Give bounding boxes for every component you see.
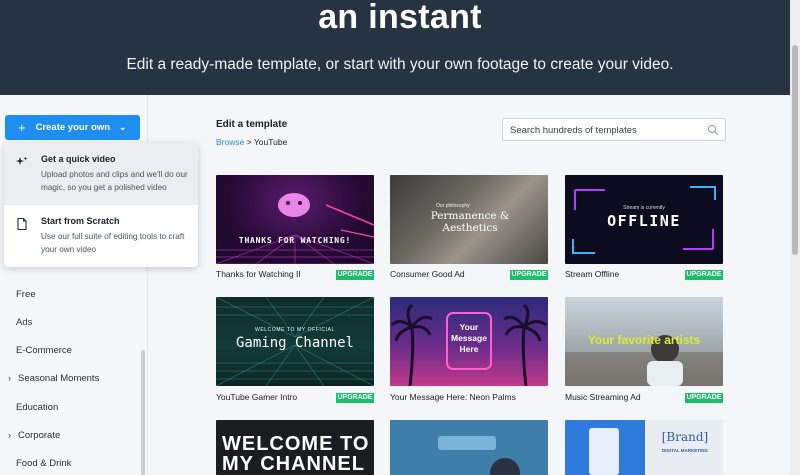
thumb-kicker: DIGITAL MARKETING <box>661 448 709 453</box>
sidebar-item-free[interactable]: Free <box>16 289 36 300</box>
template-search-box[interactable] <box>502 118 726 141</box>
page-scrollbar-thumb[interactable] <box>792 45 798 255</box>
template-thumbnail-neon-palms[interactable]: Your Message Here <box>390 297 548 386</box>
sidebar-item-corporate[interactable]: Corporate <box>18 430 60 441</box>
breadcrumb: Browse > YouTube <box>216 137 287 147</box>
sidebar-scrollbar[interactable] <box>141 350 145 475</box>
thumb-title: [Brand] <box>661 430 709 444</box>
template-thumbnail-welcome[interactable]: WELCOME TO MY CHANNEL <box>216 420 374 475</box>
thumb-title: THANKS FOR WATCHING! <box>238 236 352 245</box>
document-icon <box>17 218 27 230</box>
thumb-title: Permanence & Aesthetics <box>430 210 510 234</box>
upgrade-badge: UPGRADE <box>510 270 548 280</box>
template-name[interactable]: Thanks for Watching II <box>216 269 301 279</box>
search-icon[interactable] <box>707 124 719 136</box>
quick-video-title: Get a quick video <box>41 154 116 164</box>
template-name[interactable]: Consumer Good Ad <box>390 269 465 279</box>
sidebar-item-education[interactable]: Education <box>16 402 58 413</box>
sidebar-item-food-drink[interactable]: Food & Drink <box>16 458 71 469</box>
template-thumbnail-thanks-for-watching[interactable]: THANKS FOR WATCHING! <box>216 175 374 264</box>
quick-video-description: Upload photos and clips and we'll do our… <box>41 170 188 192</box>
menu-item-start-from-scratch[interactable]: Start from Scratch Use our full suite of… <box>4 205 198 267</box>
chevron-right-icon[interactable]: › <box>8 373 11 383</box>
template-thumbnail-stream-offline[interactable]: Stream is currently OFFLINE <box>565 175 723 264</box>
upgrade-badge: UPGRADE <box>685 393 723 403</box>
breadcrumb-separator: > <box>246 137 252 147</box>
section-title: Edit a template <box>216 119 288 130</box>
upgrade-badge: UPGRADE <box>336 393 374 403</box>
chevron-down-icon: ⌄ <box>119 122 127 132</box>
breadcrumb-browse-link[interactable]: Browse <box>216 137 244 147</box>
thumb-kicker: WELCOME TO MY OFFICIAL <box>255 327 335 333</box>
page: an instant Edit a ready-made template, o… <box>0 0 800 475</box>
start-from-scratch-description: Use our full suite of editing tools to c… <box>41 232 185 254</box>
sidebar-item-ads[interactable]: Ads <box>16 317 32 328</box>
thumb-title: Gaming Channel <box>235 335 354 351</box>
neon-grid-graphic <box>216 193 374 264</box>
figure-shape <box>490 458 520 475</box>
hero-title: an instant <box>318 0 482 36</box>
create-dropdown-menu: Get a quick video Upload photos and clip… <box>4 143 198 267</box>
search-input[interactable] <box>510 123 700 137</box>
thumb-kicker: Stream is currently <box>623 205 665 211</box>
upgrade-badge: UPGRADE <box>685 270 723 280</box>
sidebar-item-seasonal-moments[interactable]: Seasonal Moments <box>18 373 99 384</box>
placeholder-bar <box>438 436 496 450</box>
template-name[interactable]: Music Streaming Ad <box>565 392 641 402</box>
thumb-title: WELCOME TO MY CHANNEL <box>222 433 370 475</box>
create-your-own-button[interactable]: + Create your own ⌄ <box>5 115 140 140</box>
plus-icon: + <box>18 120 26 135</box>
template-name[interactable]: Stream Offline <box>565 269 619 279</box>
template-name[interactable]: YouTube Gamer Intro <box>216 392 297 402</box>
start-from-scratch-title: Start from Scratch <box>41 216 120 226</box>
hero-subtitle: Edit a ready-made template, or start wit… <box>126 56 674 73</box>
thumb-title: Your favorite artists <box>587 333 701 347</box>
template-thumbnail-music-streaming-ad[interactable]: Your favorite artists <box>565 297 723 386</box>
create-button-label: Create your own <box>35 122 111 133</box>
template-thumbnail-youtube-gamer-intro[interactable]: WELCOME TO MY OFFICIAL Gaming Channel <box>216 297 374 386</box>
template-thumbnail-blue[interactable] <box>390 420 548 475</box>
hero-banner: an instant Edit a ready-made template, o… <box>0 0 800 95</box>
template-thumbnail-brand[interactable]: [Brand] DIGITAL MARKETING <box>565 420 723 475</box>
template-thumbnail-consumer-good-ad[interactable]: Our philosophy Permanence & Aesthetics <box>390 175 548 264</box>
template-name[interactable]: Your Message Here: Neon Palms <box>390 392 516 402</box>
menu-item-quick-video[interactable]: Get a quick video Upload photos and clip… <box>4 143 198 205</box>
phone-shape <box>589 428 619 475</box>
chevron-right-icon[interactable]: › <box>8 430 11 440</box>
sparkle-icon <box>16 156 28 165</box>
thumb-title: OFFLINE <box>607 212 681 230</box>
thumb-kicker: Our philosophy <box>436 203 470 209</box>
breadcrumb-current: YouTube <box>253 137 288 147</box>
upgrade-badge: UPGRADE <box>336 270 374 280</box>
thumb-title: Your Message Here <box>451 322 487 354</box>
sidebar-item-ecommerce[interactable]: E-Commerce <box>16 345 72 356</box>
